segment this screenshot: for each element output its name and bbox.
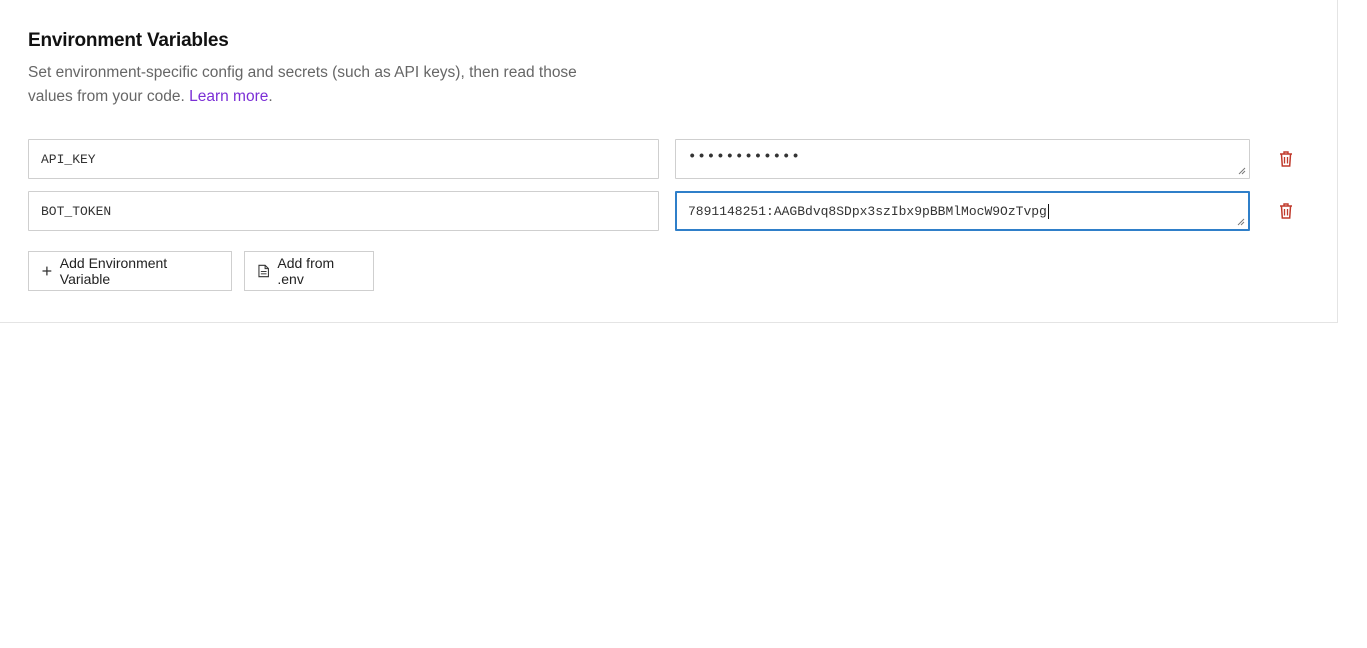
env-value-input[interactable]: •••••••••••• <box>675 139 1250 179</box>
environment-variables-panel: Environment Variables Set environment-sp… <box>0 0 1338 323</box>
file-icon <box>258 264 269 278</box>
env-value-masked: •••••••••••• <box>688 148 801 165</box>
section-title: Environment Variables <box>28 30 229 51</box>
env-value-text: 7891148251:AAGBdvq8SDpx3szIbx9pBBMlMocW9… <box>688 203 1047 219</box>
plus-icon <box>42 266 52 276</box>
description-text: Set environment-specific config and secr… <box>28 64 577 105</box>
learn-more-link[interactable]: Learn more <box>189 88 268 105</box>
add-from-env-button[interactable]: Add from .env <box>244 251 374 291</box>
delete-trash-icon[interactable] <box>1278 202 1294 220</box>
add-from-env-label: Add from .env <box>277 255 335 287</box>
resize-grip-icon[interactable] <box>1238 167 1246 175</box>
add-environment-variable-label: Add Environment Variable <box>59 255 168 287</box>
text-caret <box>1047 203 1049 219</box>
env-value-input[interactable]: 7891148251:AAGBdvq8SDpx3szIbx9pBBMlMocW9… <box>675 191 1250 231</box>
section-description: Set environment-specific config and secr… <box>28 64 577 105</box>
env-key-input[interactable]: BOT_TOKEN <box>28 191 659 231</box>
env-key-input[interactable]: API_KEY <box>28 139 659 179</box>
delete-trash-icon[interactable] <box>1278 150 1294 168</box>
env-key-value: BOT_TOKEN <box>41 203 112 219</box>
env-key-value: API_KEY <box>41 151 96 167</box>
resize-grip-icon[interactable] <box>1237 218 1245 226</box>
add-environment-variable-button[interactable]: Add Environment Variable <box>28 251 232 291</box>
